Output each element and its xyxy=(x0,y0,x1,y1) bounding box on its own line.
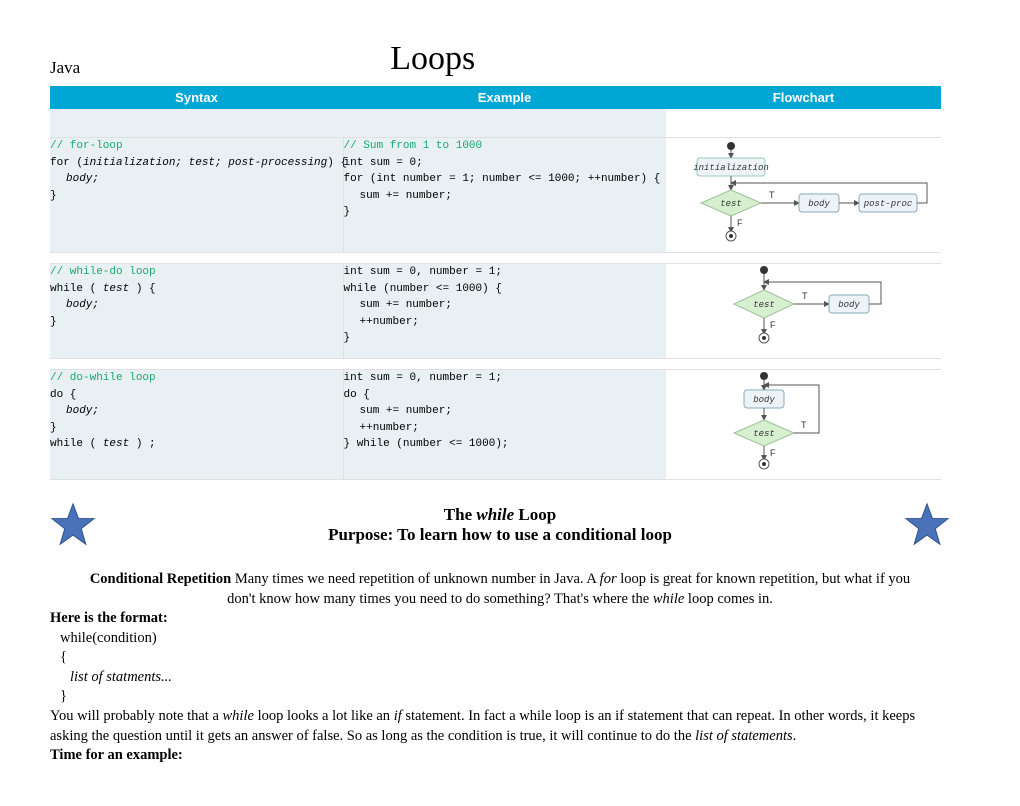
while-loop-flowchart-icon: test T body F xyxy=(709,264,899,354)
star-icon xyxy=(50,502,96,548)
header-lang: Java xyxy=(50,58,80,78)
svg-text:T: T xyxy=(769,190,775,200)
header-title: Loops xyxy=(390,40,475,78)
flowchart-cell: body test T F xyxy=(666,370,941,480)
for-loop-flowchart-icon: initialization test T body post-proc F xyxy=(669,138,939,248)
table-row: // for-loop for (initialization; test; p… xyxy=(50,138,941,253)
subtitle-text: The while Loop Purpose: To learn how to … xyxy=(96,505,904,545)
do-while-flowchart-icon: body test T F xyxy=(709,370,899,475)
th-syntax: Syntax xyxy=(50,86,343,109)
svg-text:body: body xyxy=(838,300,860,310)
flowchart-cell: initialization test T body post-proc F xyxy=(666,138,941,253)
table-row: // do-while loop do { body; } while ( te… xyxy=(50,370,941,480)
example-cell: // Sum from 1 to 1000 int sum = 0; for (… xyxy=(343,138,666,253)
body-text: Conditional Repetition Many times we nee… xyxy=(50,570,950,766)
svg-text:post-proc: post-proc xyxy=(862,199,912,209)
svg-text:F: F xyxy=(770,320,776,330)
svg-text:initialization: initialization xyxy=(693,163,769,173)
svg-text:body: body xyxy=(753,395,775,405)
subtitle-block: The while Loop Purpose: To learn how to … xyxy=(50,502,950,548)
th-example: Example xyxy=(343,86,666,109)
table-row: // while-do loop while ( test ) { body; … xyxy=(50,264,941,359)
syntax-cell: // do-while loop do { body; } while ( te… xyxy=(50,370,343,480)
example-cell: int sum = 0, number = 1; while (number <… xyxy=(343,264,666,359)
loops-table: Syntax Example Flowchart // for-loop for… xyxy=(50,86,941,480)
svg-text:test: test xyxy=(753,300,775,310)
page-header: Java Loops xyxy=(50,40,970,78)
svg-text:test: test xyxy=(720,199,742,209)
star-icon xyxy=(904,502,950,548)
example-cell: int sum = 0, number = 1; do { sum += num… xyxy=(343,370,666,480)
flowchart-cell: test T body F xyxy=(666,264,941,359)
svg-text:T: T xyxy=(801,420,807,430)
syntax-cell: // while-do loop while ( test ) { body; … xyxy=(50,264,343,359)
svg-text:F: F xyxy=(770,448,776,458)
th-flowchart: Flowchart xyxy=(666,86,941,109)
svg-text:T: T xyxy=(802,291,808,301)
syntax-cell: // for-loop for (initialization; test; p… xyxy=(50,138,343,253)
svg-text:F: F xyxy=(737,218,743,228)
svg-text:body: body xyxy=(808,199,830,209)
svg-text:test: test xyxy=(753,429,775,439)
